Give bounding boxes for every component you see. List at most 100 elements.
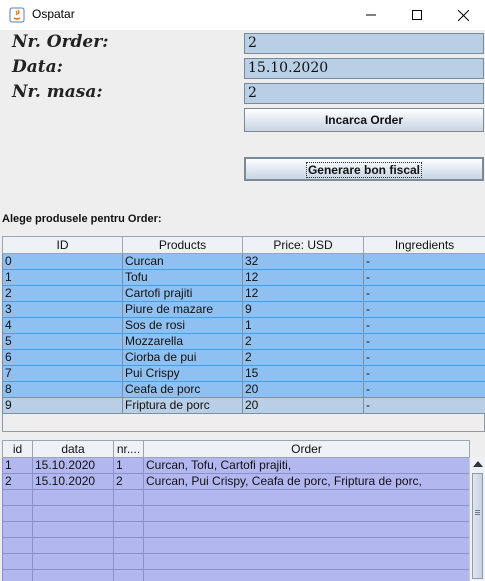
empty-table-row xyxy=(2,553,470,570)
product-id-cell[interactable]: 7 xyxy=(2,365,123,382)
product-ingredients-cell[interactable]: - xyxy=(363,381,485,398)
product-ingredients-cell[interactable]: - xyxy=(363,397,485,414)
product-price-cell[interactable]: 32 xyxy=(242,253,364,270)
empty-table-row xyxy=(2,521,470,538)
order-id-cell[interactable]: 2 xyxy=(2,473,33,490)
order-date-cell[interactable]: 15.10.2020 xyxy=(32,473,114,490)
product-price-cell[interactable]: 20 xyxy=(242,397,364,414)
product-ingredients-cell[interactable]: - xyxy=(363,301,485,318)
product-id-cell[interactable]: 8 xyxy=(2,381,123,398)
product-id-cell[interactable]: 6 xyxy=(2,349,123,366)
table-row[interactable]: 9 Friptura de porc 20- xyxy=(2,397,485,414)
product-name-cell[interactable]: Curcan xyxy=(122,253,243,270)
product-id-cell[interactable]: 3 xyxy=(2,301,123,318)
column-header-ingredients[interactable]: Ingredients xyxy=(363,236,485,254)
table-row[interactable]: 2 Cartofi prajiti 12- xyxy=(2,285,485,302)
product-name-cell[interactable]: Cartofi prajiti xyxy=(122,285,243,302)
maximize-icon xyxy=(412,10,422,20)
minimize-icon xyxy=(366,14,376,16)
window-title: Ospatar xyxy=(32,7,75,21)
load-order-button[interactable]: Incarca Order xyxy=(244,108,484,132)
table-number-field[interactable]: 2 xyxy=(244,83,484,104)
product-id-cell[interactable]: 0 xyxy=(2,253,123,270)
empty-cell xyxy=(32,521,114,538)
column-header-order-items[interactable]: Order xyxy=(143,440,470,458)
order-table-number-cell[interactable]: 1 xyxy=(113,457,144,474)
order-date-cell[interactable]: 15.10.2020 xyxy=(32,457,114,474)
empty-cell xyxy=(113,505,144,522)
product-price-cell[interactable]: 12 xyxy=(242,285,364,302)
generate-receipt-button[interactable]: Generare bon fiscal xyxy=(244,157,484,181)
minimize-button[interactable] xyxy=(348,0,394,30)
table-row[interactable]: 1 Tofu 12- xyxy=(2,269,485,286)
table-row[interactable]: 2 15.10.2020 2 Curcan, Pui Crispy, Ceafa de… xyxy=(2,473,470,490)
table-divider xyxy=(2,432,485,440)
scroll-up-arrow-icon[interactable] xyxy=(473,461,483,467)
date-field[interactable]: 15.10.2020 xyxy=(244,58,484,79)
table-row[interactable]: 0 Curcan 32- xyxy=(2,253,485,270)
product-name-cell[interactable]: Piure de mazare xyxy=(122,301,243,318)
order-items-cell[interactable]: Curcan, Pui Crispy, Ceafa de porc, Fript… xyxy=(143,473,470,490)
table-row[interactable]: 4 Sos de rosi 1- xyxy=(2,317,485,334)
product-id-cell[interactable]: 5 xyxy=(2,333,123,350)
product-name-cell[interactable]: Ceafa de porc xyxy=(122,381,243,398)
product-name-cell[interactable]: Pui Crispy xyxy=(122,365,243,382)
product-name-cell[interactable]: Sos de rosi xyxy=(122,317,243,334)
empty-cell xyxy=(143,521,470,538)
empty-cell xyxy=(32,553,114,570)
title-bar[interactable]: Ospatar xyxy=(0,0,485,30)
thumb-grip-line xyxy=(475,510,480,511)
product-name-cell[interactable]: Friptura de porc xyxy=(122,397,243,414)
product-id-cell[interactable]: 2 xyxy=(2,285,123,302)
empty-cell xyxy=(2,537,33,554)
product-price-cell[interactable]: 9 xyxy=(242,301,364,318)
product-id-cell[interactable]: 4 xyxy=(2,317,123,334)
table-row[interactable]: 5 Mozzarella 2- xyxy=(2,333,485,350)
table-row[interactable]: 1 15.10.2020 1 Curcan, Tofu, Cartofi prajit… xyxy=(2,457,470,474)
product-ingredients-cell[interactable]: - xyxy=(363,317,485,334)
products-table: ID Products Price: USD Ingredients 0 Curc… xyxy=(2,236,485,414)
product-ingredients-cell[interactable]: - xyxy=(363,269,485,286)
product-name-cell[interactable]: Tofu xyxy=(122,269,243,286)
empty-cell xyxy=(143,553,470,570)
maximize-button[interactable] xyxy=(394,0,440,30)
table-row[interactable]: 3 Piure de mazare 9- xyxy=(2,301,485,318)
order-items-cell[interactable]: Curcan, Tofu, Cartofi prajiti, xyxy=(143,457,470,474)
product-price-cell[interactable]: 1 xyxy=(242,317,364,334)
product-ingredients-cell[interactable]: - xyxy=(363,333,485,350)
product-id-cell[interactable]: 9 xyxy=(2,397,123,414)
generate-receipt-label: Generare bon fiscal xyxy=(305,162,423,178)
order-id-cell[interactable]: 1 xyxy=(2,457,33,474)
product-price-cell[interactable]: 2 xyxy=(242,333,364,350)
table-row[interactable]: 7 Pui Crispy 15- xyxy=(2,365,485,382)
product-ingredients-cell[interactable]: - xyxy=(363,349,485,366)
product-price-cell[interactable]: 15 xyxy=(242,365,364,382)
empty-cell xyxy=(113,537,144,554)
product-price-cell[interactable]: 12 xyxy=(242,269,364,286)
close-button[interactable] xyxy=(440,0,485,30)
product-price-cell[interactable]: 2 xyxy=(242,349,364,366)
product-ingredients-cell[interactable]: - xyxy=(363,365,485,382)
product-ingredients-cell[interactable]: - xyxy=(363,285,485,302)
column-header-products[interactable]: Products xyxy=(122,236,243,254)
empty-cell xyxy=(2,505,33,522)
empty-cell xyxy=(32,569,114,581)
column-header-order-date[interactable]: data xyxy=(32,440,114,458)
products-section-label: Alege produsele pentru Order: xyxy=(2,213,162,225)
orders-scrollbar[interactable] xyxy=(469,457,485,581)
column-header-order-id[interactable]: id xyxy=(2,440,33,458)
product-id-cell[interactable]: 1 xyxy=(2,269,123,286)
order-table-number-cell[interactable]: 2 xyxy=(113,473,144,490)
product-name-cell[interactable]: Ciorba de pui xyxy=(122,349,243,366)
orders-table: id data nr.... Order 1 15.10.2020 1 Curcan,… xyxy=(2,440,470,581)
scrollbar-thumb[interactable] xyxy=(472,473,483,579)
product-ingredients-cell[interactable]: - xyxy=(363,253,485,270)
column-header-order-table-number[interactable]: nr.... xyxy=(113,440,144,458)
order-number-field[interactable]: 2 xyxy=(244,33,484,54)
table-row[interactable]: 6 Ciorba de pui 2- xyxy=(2,349,485,366)
column-header-id[interactable]: ID xyxy=(2,236,123,254)
table-row[interactable]: 8 Ceafa de porc 20- xyxy=(2,381,485,398)
column-header-price[interactable]: Price: USD xyxy=(242,236,364,254)
product-price-cell[interactable]: 20 xyxy=(242,381,364,398)
product-name-cell[interactable]: Mozzarella xyxy=(122,333,243,350)
